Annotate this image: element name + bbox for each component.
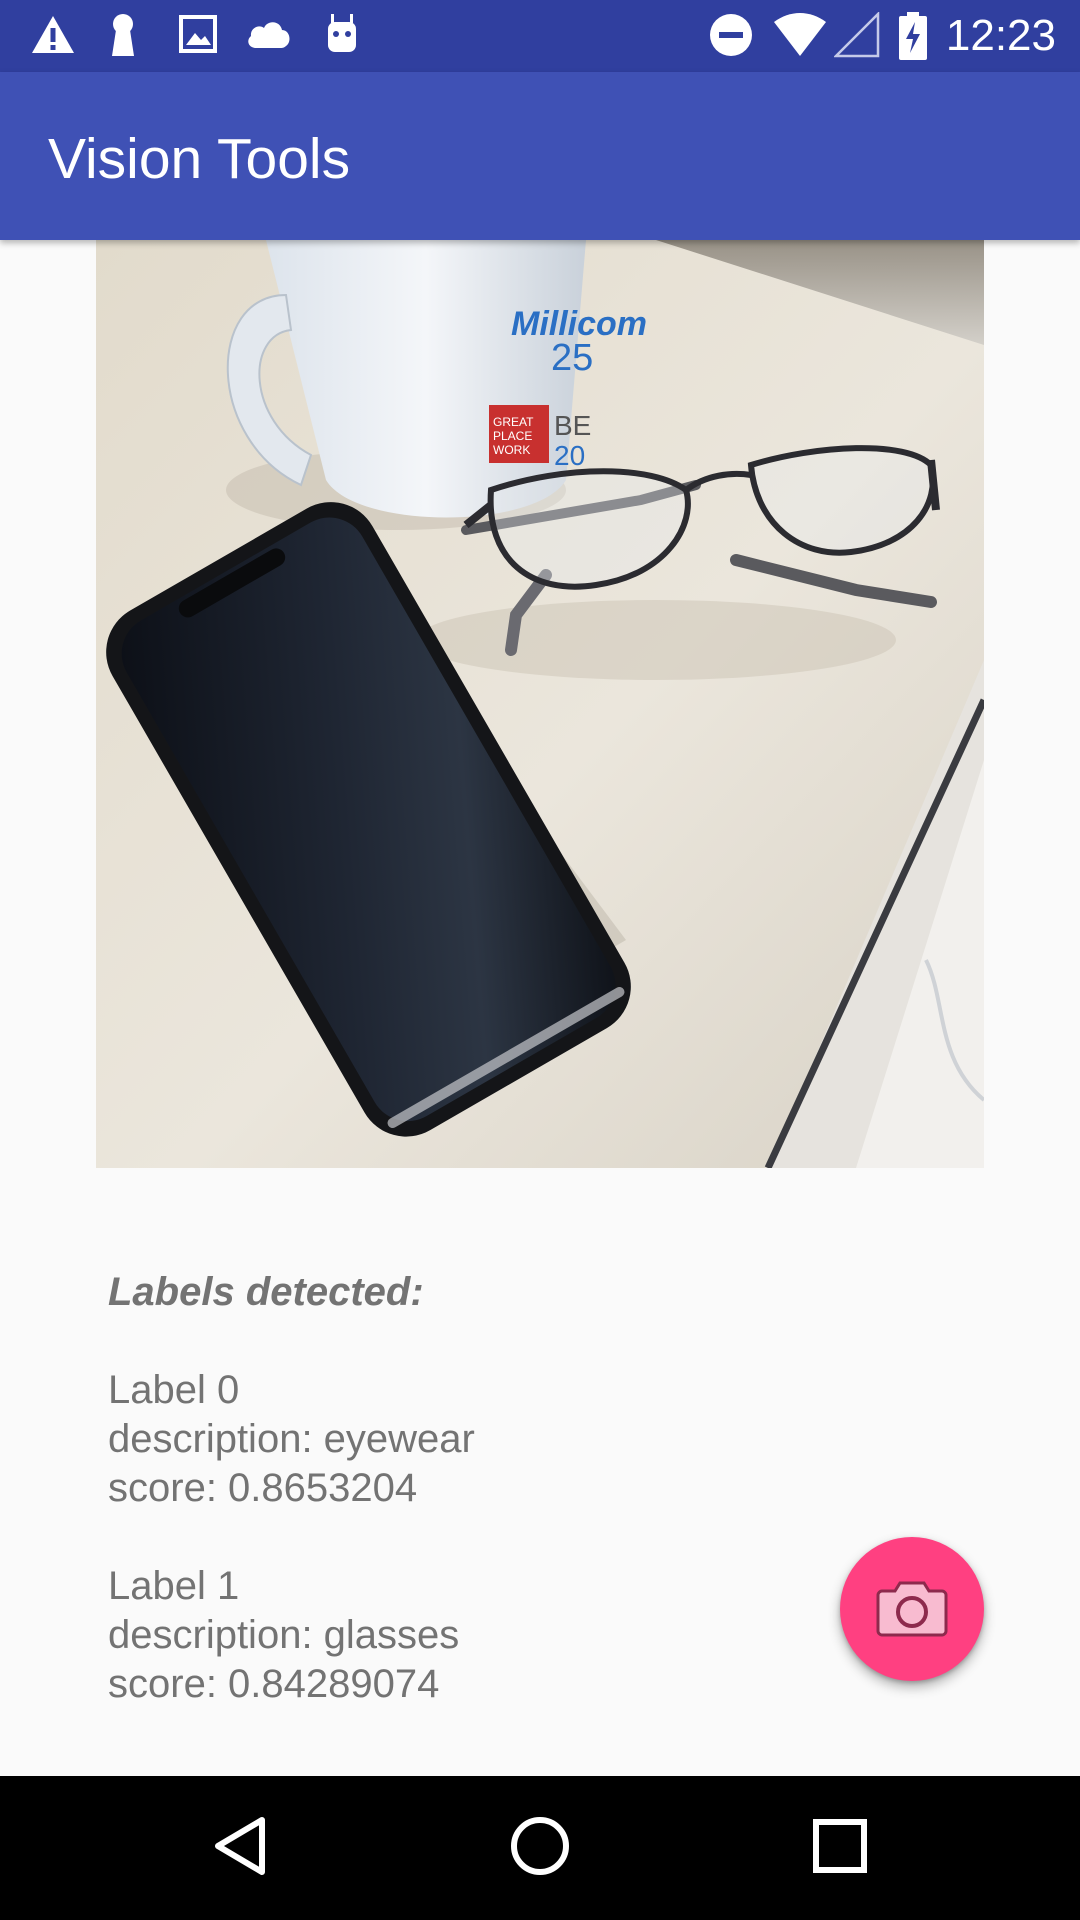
label-score: score: 0.84289074 bbox=[108, 1662, 440, 1706]
back-icon bbox=[210, 1814, 270, 1883]
app-bar: Vision Tools bbox=[0, 72, 1080, 240]
app-title: Vision Tools bbox=[48, 127, 351, 191]
image-icon bbox=[178, 12, 218, 63]
svg-text:25: 25 bbox=[551, 337, 593, 379]
label-description: description: eyewear bbox=[108, 1417, 475, 1461]
svg-text:20: 20 bbox=[554, 440, 585, 471]
wifi-icon bbox=[772, 12, 828, 63]
label-score: score: 0.8653204 bbox=[108, 1466, 418, 1510]
signal-icon bbox=[832, 10, 880, 63]
do-not-disturb-icon bbox=[708, 12, 754, 63]
label-title: Label 1 bbox=[108, 1564, 240, 1608]
svg-text:PLACE: PLACE bbox=[493, 429, 532, 443]
recents-button[interactable] bbox=[796, 1804, 884, 1892]
captured-photo: Millicom 25 GREAT PLACE WORK BE 20 bbox=[96, 240, 984, 1168]
android-icon bbox=[322, 12, 362, 63]
screen: 12:23 Vision Tools Millicom 25 GREAT PLA… bbox=[0, 0, 1080, 1920]
home-icon bbox=[508, 1814, 572, 1883]
camera-fab-button[interactable] bbox=[840, 1537, 984, 1681]
svg-text:WORK: WORK bbox=[493, 443, 530, 457]
svg-text:BE: BE bbox=[554, 410, 591, 441]
recents-icon bbox=[810, 1816, 870, 1881]
cloud-icon bbox=[244, 12, 294, 63]
labels-results: Labels detected: Label 0 description: ey… bbox=[108, 1268, 868, 1758]
navigation-bar bbox=[0, 1776, 1080, 1920]
battery-charging-icon bbox=[898, 12, 928, 65]
label-description: description: glasses bbox=[108, 1613, 460, 1657]
label-item: Label 0 description: eyewear score: 0.86… bbox=[108, 1366, 868, 1513]
camera-icon bbox=[876, 1577, 948, 1642]
back-button[interactable] bbox=[196, 1804, 284, 1892]
home-button[interactable] bbox=[496, 1804, 584, 1892]
keyhole-icon bbox=[106, 12, 140, 63]
label-item: Label 1 description: glasses score: 0.84… bbox=[108, 1562, 868, 1709]
status-bar: 12:23 bbox=[0, 0, 1080, 72]
label-title: Label 0 bbox=[108, 1368, 240, 1412]
warning-icon bbox=[30, 12, 76, 63]
svg-text:GREAT: GREAT bbox=[493, 415, 534, 429]
status-clock: 12:23 bbox=[945, 11, 1056, 60]
labels-heading: Labels detected: bbox=[108, 1270, 424, 1314]
